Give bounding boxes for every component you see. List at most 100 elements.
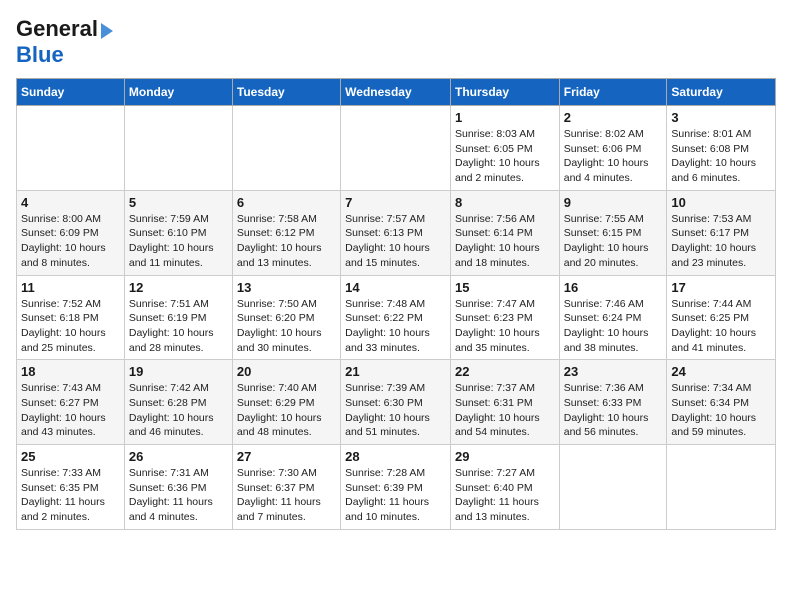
day-info: Sunrise: 7:59 AM Sunset: 6:10 PM Dayligh…	[129, 212, 228, 271]
calendar-cell: 13 Sunrise: 7:50 AM Sunset: 6:20 PM Dayli…	[232, 275, 340, 360]
day-number: 16	[564, 280, 663, 295]
day-number: 26	[129, 449, 228, 464]
day-number: 7	[345, 195, 446, 210]
day-info: Sunrise: 7:58 AM Sunset: 6:12 PM Dayligh…	[237, 212, 336, 271]
calendar-cell: 29 Sunrise: 7:27 AM Sunset: 6:40 PM Dayli…	[450, 445, 559, 530]
day-info: Sunrise: 7:27 AM Sunset: 6:40 PM Dayligh…	[455, 466, 555, 525]
day-number: 3	[671, 110, 771, 125]
calendar-cell: 20 Sunrise: 7:40 AM Sunset: 6:29 PM Dayli…	[232, 360, 340, 445]
day-number: 9	[564, 195, 663, 210]
calendar-cell: 8Sunrise: 7:56 AM Sunset: 6:14 PM Daylig…	[450, 190, 559, 275]
day-info: Sunrise: 7:42 AM Sunset: 6:28 PM Dayligh…	[129, 381, 228, 440]
day-info: Sunrise: 7:43 AM Sunset: 6:27 PM Dayligh…	[21, 381, 120, 440]
day-number: 13	[237, 280, 336, 295]
day-info: Sunrise: 8:01 AM Sunset: 6:08 PM Dayligh…	[671, 127, 771, 186]
col-header-saturday: Saturday	[667, 79, 776, 106]
logo-arrow-icon	[101, 23, 113, 39]
day-number: 18	[21, 364, 120, 379]
calendar-cell: 23 Sunrise: 7:36 AM Sunset: 6:33 PM Dayli…	[559, 360, 667, 445]
calendar-cell: 28 Sunrise: 7:28 AM Sunset: 6:39 PM Dayli…	[341, 445, 451, 530]
calendar-cell: 7 Sunrise: 7:57 AM Sunset: 6:13 PM Daylig…	[341, 190, 451, 275]
calendar-cell	[124, 106, 232, 191]
day-number: 20	[237, 364, 336, 379]
day-number: 25	[21, 449, 120, 464]
logo-text-general: General	[16, 16, 98, 42]
day-info: Sunrise: 7:40 AM Sunset: 6:29 PM Dayligh…	[237, 381, 336, 440]
day-info: Sunrise: 7:33 AM Sunset: 6:35 PM Dayligh…	[21, 466, 120, 525]
col-header-friday: Friday	[559, 79, 667, 106]
page-header: General Blue	[16, 16, 776, 68]
day-number: 4	[21, 195, 120, 210]
calendar-cell: 12 Sunrise: 7:51 AM Sunset: 6:19 PM Dayli…	[124, 275, 232, 360]
day-number: 5	[129, 195, 228, 210]
day-info: Sunrise: 7:34 AM Sunset: 6:34 PM Dayligh…	[671, 381, 771, 440]
day-info: Sunrise: 7:39 AM Sunset: 6:30 PM Dayligh…	[345, 381, 446, 440]
day-number: 12	[129, 280, 228, 295]
calendar-cell: 5 Sunrise: 7:59 AM Sunset: 6:10 PM Daylig…	[124, 190, 232, 275]
logo: General Blue	[16, 16, 113, 68]
day-info: Sunrise: 7:52 AM Sunset: 6:18 PM Dayligh…	[21, 297, 120, 356]
calendar-cell: 4 Sunrise: 8:00 AM Sunset: 6:09 PM Daylig…	[17, 190, 125, 275]
day-info: Sunrise: 8:02 AM Sunset: 6:06 PM Dayligh…	[564, 127, 663, 186]
day-number: 19	[129, 364, 228, 379]
day-info: Sunrise: 7:51 AM Sunset: 6:19 PM Dayligh…	[129, 297, 228, 356]
calendar-cell: 24Sunrise: 7:34 AM Sunset: 6:34 PM Dayli…	[667, 360, 776, 445]
day-info: Sunrise: 7:37 AM Sunset: 6:31 PM Dayligh…	[455, 381, 555, 440]
calendar-cell: 16 Sunrise: 7:46 AM Sunset: 6:24 PM Dayli…	[559, 275, 667, 360]
calendar-cell: 9 Sunrise: 7:55 AM Sunset: 6:15 PM Daylig…	[559, 190, 667, 275]
day-info: Sunrise: 8:03 AM Sunset: 6:05 PM Dayligh…	[455, 127, 555, 186]
day-info: Sunrise: 7:50 AM Sunset: 6:20 PM Dayligh…	[237, 297, 336, 356]
day-info: Sunrise: 7:48 AM Sunset: 6:22 PM Dayligh…	[345, 297, 446, 356]
day-number: 21	[345, 364, 446, 379]
calendar-cell: 17 Sunrise: 7:44 AM Sunset: 6:25 PM Dayli…	[667, 275, 776, 360]
calendar-cell	[232, 106, 340, 191]
calendar-cell: 26 Sunrise: 7:31 AM Sunset: 6:36 PM Dayli…	[124, 445, 232, 530]
day-number: 6	[237, 195, 336, 210]
calendar-cell: 25 Sunrise: 7:33 AM Sunset: 6:35 PM Dayli…	[17, 445, 125, 530]
day-info: Sunrise: 7:57 AM Sunset: 6:13 PM Dayligh…	[345, 212, 446, 271]
day-info: Sunrise: 7:46 AM Sunset: 6:24 PM Dayligh…	[564, 297, 663, 356]
calendar-cell: 21 Sunrise: 7:39 AM Sunset: 6:30 PM Dayli…	[341, 360, 451, 445]
day-number: 14	[345, 280, 446, 295]
day-info: Sunrise: 7:31 AM Sunset: 6:36 PM Dayligh…	[129, 466, 228, 525]
day-info: Sunrise: 7:36 AM Sunset: 6:33 PM Dayligh…	[564, 381, 663, 440]
calendar-cell	[559, 445, 667, 530]
day-info: Sunrise: 7:28 AM Sunset: 6:39 PM Dayligh…	[345, 466, 446, 525]
day-number: 8	[455, 195, 555, 210]
day-number: 1	[455, 110, 555, 125]
calendar-cell	[667, 445, 776, 530]
calendar-cell: 3 Sunrise: 8:01 AM Sunset: 6:08 PM Daylig…	[667, 106, 776, 191]
day-info: Sunrise: 7:47 AM Sunset: 6:23 PM Dayligh…	[455, 297, 555, 356]
day-number: 2	[564, 110, 663, 125]
day-number: 28	[345, 449, 446, 464]
calendar-cell: 22 Sunrise: 7:37 AM Sunset: 6:31 PM Dayli…	[450, 360, 559, 445]
day-number: 17	[671, 280, 771, 295]
col-header-thursday: Thursday	[450, 79, 559, 106]
calendar-cell: 6 Sunrise: 7:58 AM Sunset: 6:12 PM Daylig…	[232, 190, 340, 275]
calendar-table: SundayMondayTuesdayWednesdayThursdayFrid…	[16, 78, 776, 530]
col-header-sunday: Sunday	[17, 79, 125, 106]
col-header-tuesday: Tuesday	[232, 79, 340, 106]
day-number: 23	[564, 364, 663, 379]
day-number: 10	[671, 195, 771, 210]
calendar-cell: 1 Sunrise: 8:03 AM Sunset: 6:05 PM Daylig…	[450, 106, 559, 191]
day-info: Sunrise: 7:44 AM Sunset: 6:25 PM Dayligh…	[671, 297, 771, 356]
calendar-cell: 15 Sunrise: 7:47 AM Sunset: 6:23 PM Dayli…	[450, 275, 559, 360]
day-number: 29	[455, 449, 555, 464]
logo-text-blue: Blue	[16, 42, 64, 67]
day-info: Sunrise: 7:30 AM Sunset: 6:37 PM Dayligh…	[237, 466, 336, 525]
calendar-cell: 18 Sunrise: 7:43 AM Sunset: 6:27 PM Dayli…	[17, 360, 125, 445]
day-info: Sunrise: 8:00 AM Sunset: 6:09 PM Dayligh…	[21, 212, 120, 271]
calendar-cell: 27 Sunrise: 7:30 AM Sunset: 6:37 PM Dayli…	[232, 445, 340, 530]
day-number: 22	[455, 364, 555, 379]
col-header-wednesday: Wednesday	[341, 79, 451, 106]
calendar-cell: 10Sunrise: 7:53 AM Sunset: 6:17 PM Dayli…	[667, 190, 776, 275]
day-number: 15	[455, 280, 555, 295]
day-number: 11	[21, 280, 120, 295]
calendar-cell: 19 Sunrise: 7:42 AM Sunset: 6:28 PM Dayli…	[124, 360, 232, 445]
calendar-cell	[341, 106, 451, 191]
day-number: 27	[237, 449, 336, 464]
day-info: Sunrise: 7:55 AM Sunset: 6:15 PM Dayligh…	[564, 212, 663, 271]
col-header-monday: Monday	[124, 79, 232, 106]
calendar-cell: 14 Sunrise: 7:48 AM Sunset: 6:22 PM Dayli…	[341, 275, 451, 360]
